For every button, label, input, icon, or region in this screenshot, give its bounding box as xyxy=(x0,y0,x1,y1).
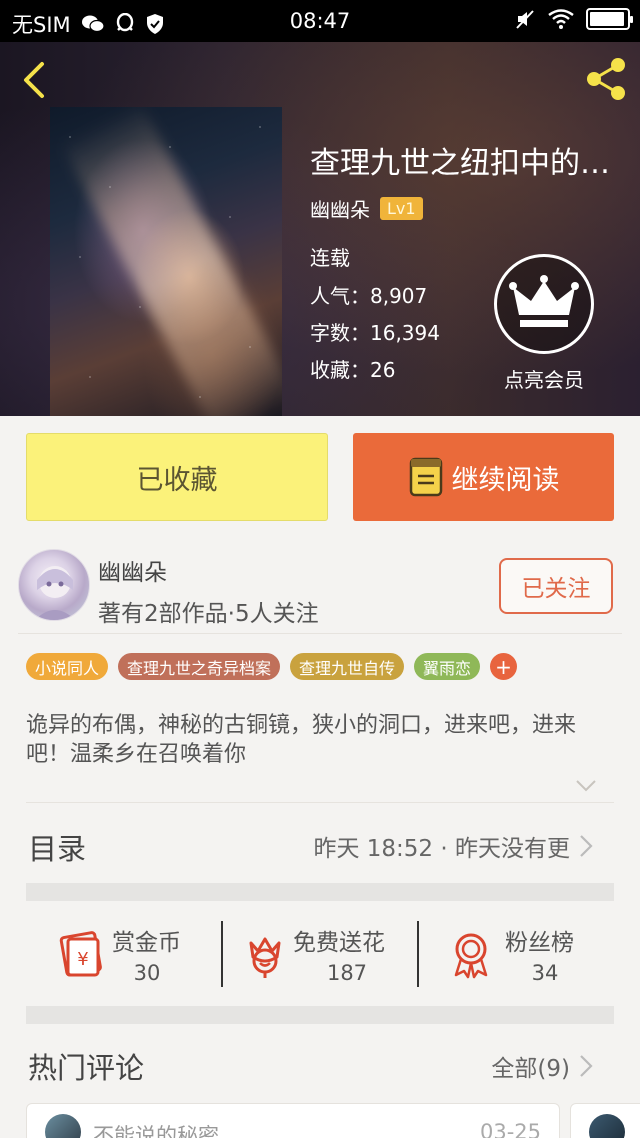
author-name[interactable]: 幽幽朵 xyxy=(98,553,167,587)
continue-reading-button[interactable]: 继续阅读 xyxy=(353,433,614,521)
vip-button[interactable] xyxy=(494,254,594,354)
reward-coins-stat[interactable]: ¥ 赏金币 30 xyxy=(26,901,222,1006)
status-right xyxy=(514,8,633,30)
tag-item[interactable]: 查理九世之奇异档案 xyxy=(118,653,281,680)
chevron-right-icon[interactable] xyxy=(578,834,594,858)
commenter-avatar xyxy=(589,1114,625,1138)
expand-chevron-icon[interactable] xyxy=(575,778,597,794)
flower-icon xyxy=(249,937,281,978)
section-divider xyxy=(26,1006,614,1024)
follow-button[interactable]: 已关注 xyxy=(499,558,613,614)
svg-text:¥: ¥ xyxy=(77,949,88,970)
level-badge: Lv1 xyxy=(380,197,423,220)
crown-icon xyxy=(509,275,579,327)
red-envelope-icon: ¥ xyxy=(59,931,102,977)
chevron-right-icon[interactable] xyxy=(578,1054,594,1078)
vip-label[interactable]: 点亮会员 xyxy=(484,364,604,393)
divider xyxy=(18,633,622,634)
book-word-count: 字数：16,394 xyxy=(310,321,440,345)
comment-card[interactable] xyxy=(570,1103,640,1138)
cover-stars xyxy=(50,107,282,416)
book-status: 连载 xyxy=(310,246,350,270)
wifi-icon xyxy=(548,9,574,29)
stat-label: 粉丝榜 xyxy=(505,930,574,956)
stat-value: 30 xyxy=(133,961,161,985)
book-favorites: 收藏：26 xyxy=(310,358,396,382)
tag-list: 小说同人 查理九世之奇异档案 查理九世自传 翼雨恋 + xyxy=(26,653,518,680)
section-divider xyxy=(26,883,614,901)
book-header: 查理九世之纽扣中的… 幽幽朵 Lv1 连载 人气：8,907 字数：16,394… xyxy=(0,42,640,416)
battery-icon xyxy=(586,8,633,30)
book-popularity: 人气：8,907 xyxy=(310,284,428,308)
status-bar: 无SIM 08:47 xyxy=(0,0,640,42)
free-flowers-stat[interactable]: 免费送花 187 xyxy=(223,901,417,1006)
follow-label: 已关注 xyxy=(521,576,591,602)
book-icon xyxy=(409,457,442,497)
add-tag-button[interactable]: + xyxy=(490,653,518,680)
collected-button[interactable]: 已收藏 xyxy=(26,433,328,521)
fan-ranking-stat[interactable]: 粉丝榜 34 xyxy=(419,901,614,1006)
comment-card[interactable]: 不能说的秘密 03-25 xyxy=(26,1103,560,1138)
stat-label: 赏金币 xyxy=(112,930,181,956)
author-avatar[interactable] xyxy=(18,549,90,621)
commenter-name: 不能说的秘密 xyxy=(93,1124,219,1138)
mute-icon xyxy=(516,10,534,29)
avatar-illustration xyxy=(35,566,75,620)
book-title: 查理九世之纽扣中的… xyxy=(310,146,610,181)
divider xyxy=(26,802,614,803)
book-author-row: 幽幽朵 Lv1 xyxy=(310,194,423,223)
collected-label: 已收藏 xyxy=(136,464,218,496)
stats-row: ¥ 赏金币 30 免费送花 187 粉丝榜 34 xyxy=(26,901,614,1006)
stat-value: 34 xyxy=(531,961,559,985)
book-synopsis: 诡异的布偶，神秘的古铜镜，狭小的洞口，进来吧，进来吧！温柔乡在召唤着你 xyxy=(26,713,577,767)
continue-reading-label: 继续阅读 xyxy=(451,464,560,496)
tag-item[interactable]: 小说同人 xyxy=(26,653,109,680)
stat-label: 免费送花 xyxy=(293,930,385,956)
author-stats: 著有2部作品·5人关注 xyxy=(98,601,319,627)
book-cover[interactable] xyxy=(50,107,282,416)
battery-fill xyxy=(590,12,625,26)
tag-item[interactable]: 查理九世自传 xyxy=(290,653,405,680)
back-button[interactable] xyxy=(16,60,56,100)
hot-comments-label: 热门评论 xyxy=(28,1051,145,1085)
share-button[interactable] xyxy=(580,54,630,104)
stat-value: 187 xyxy=(326,961,368,985)
book-author[interactable]: 幽幽朵 xyxy=(310,194,370,223)
comment-date: 03-25 xyxy=(479,1120,541,1138)
tag-item[interactable]: 翼雨恋 xyxy=(414,653,481,680)
toc-label[interactable]: 目录 xyxy=(28,826,86,868)
all-comments-link[interactable]: 全部(9) xyxy=(491,1049,570,1083)
medal-icon xyxy=(454,933,488,979)
toc-update-time[interactable]: 昨天 18:52 · 昨天没有更 xyxy=(313,829,570,863)
commenter-avatar xyxy=(45,1114,81,1138)
